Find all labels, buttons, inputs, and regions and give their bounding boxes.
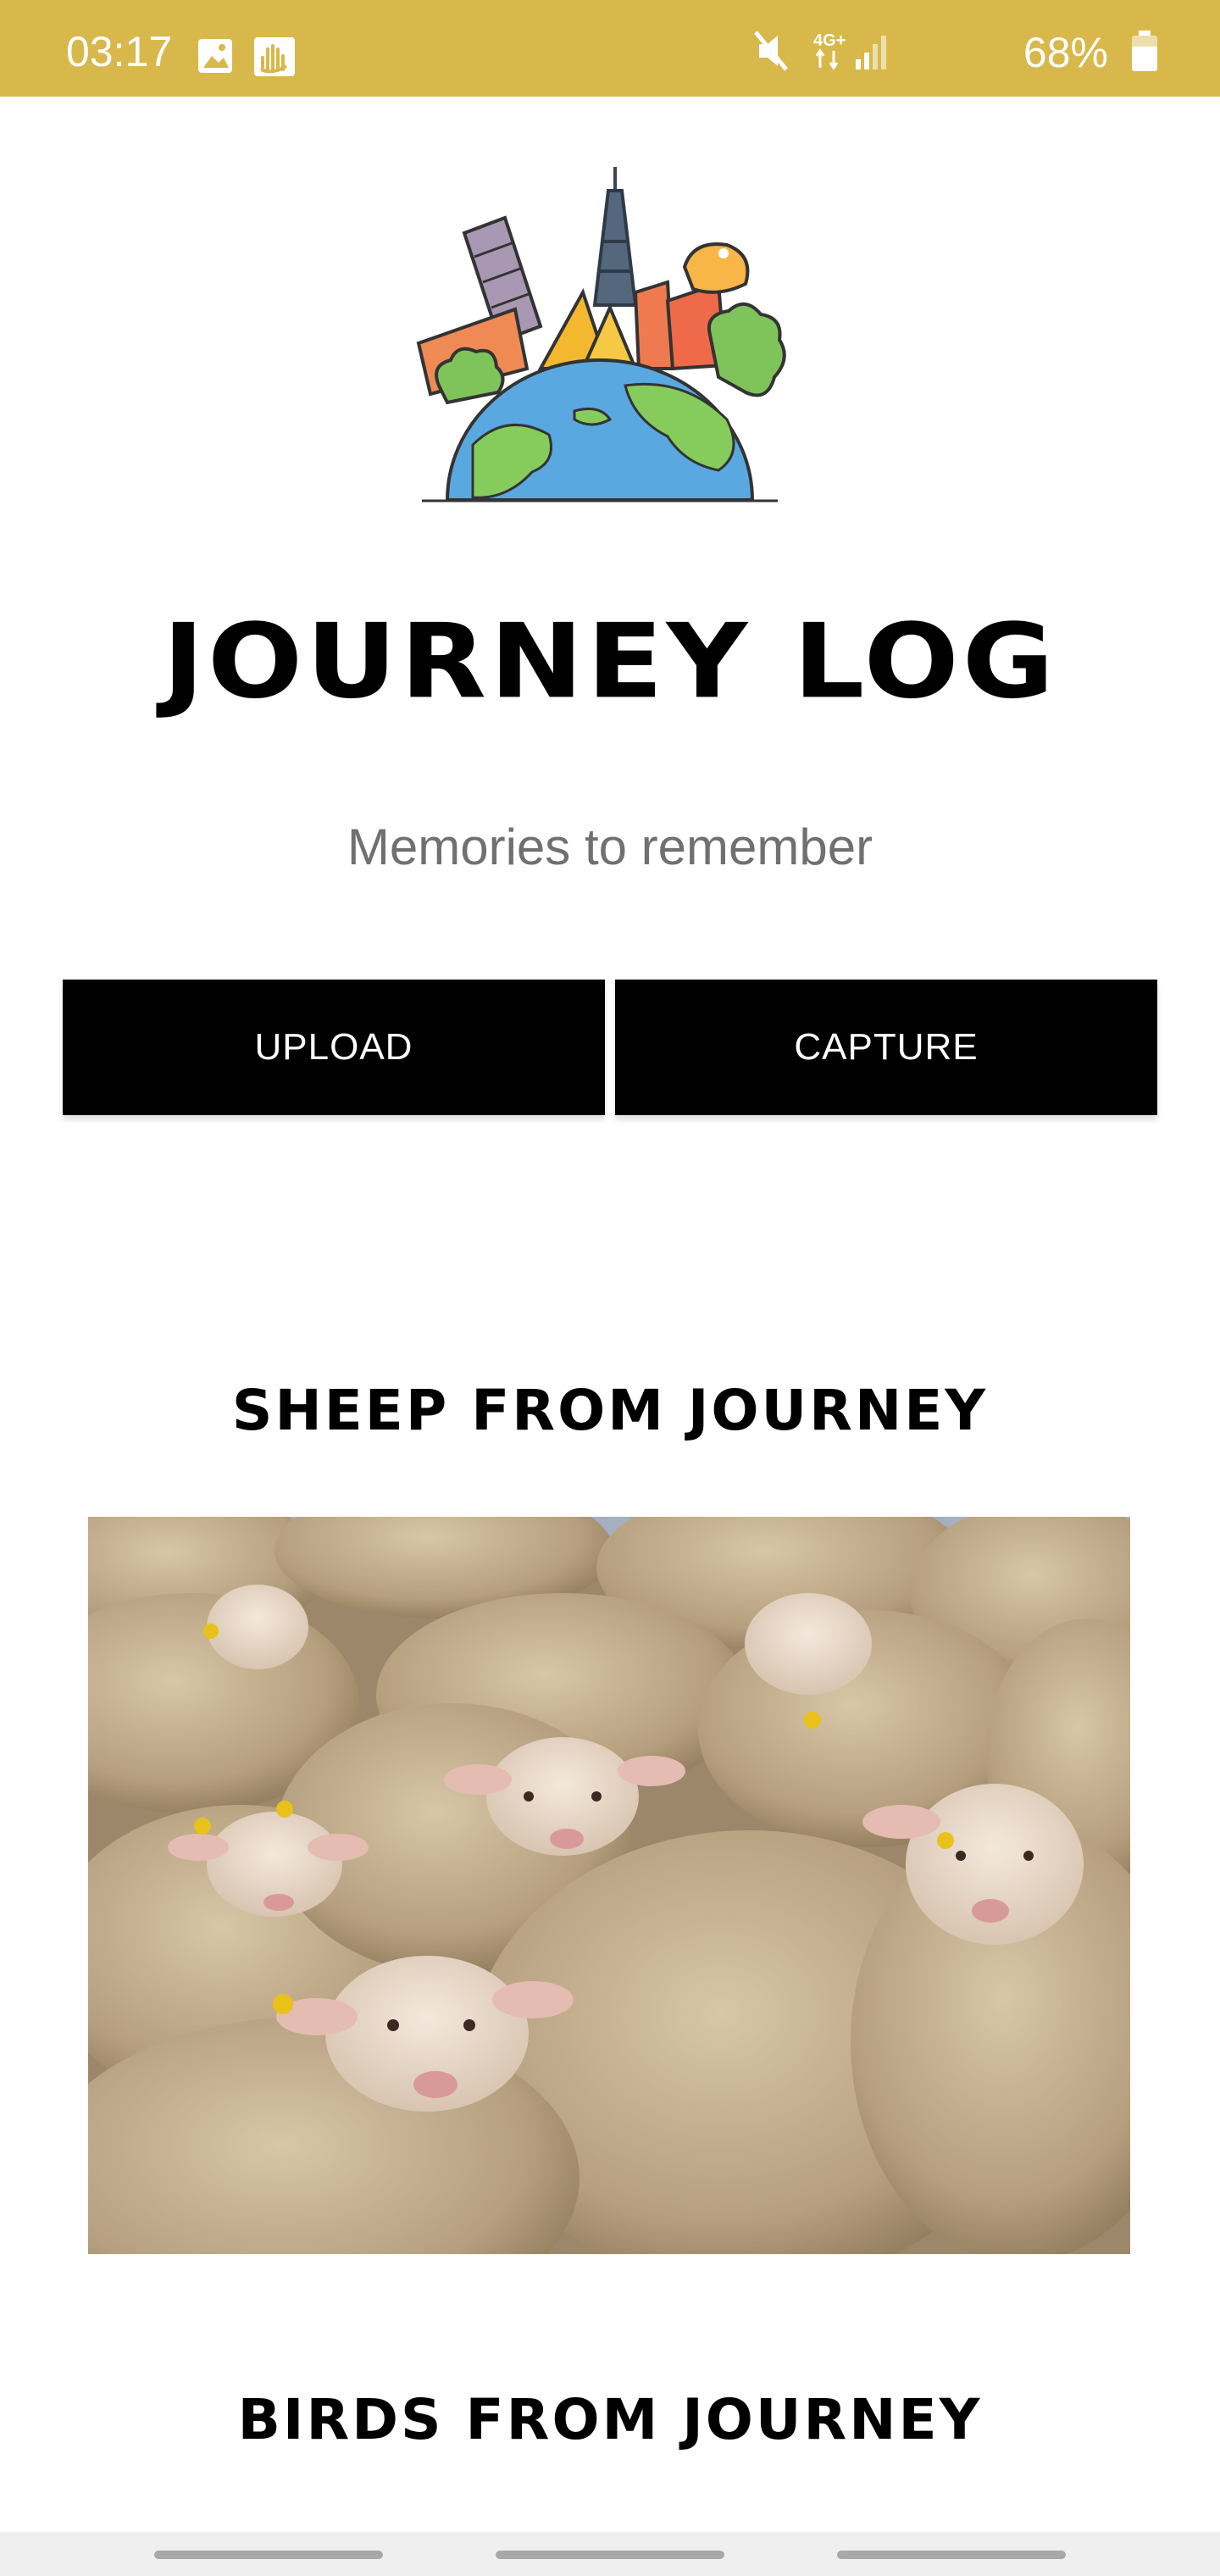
- image-icon: [198, 39, 232, 73]
- section-heading-sheep: SHEEP FROM JOURNEY: [231, 1378, 989, 1443]
- status-bar: 03:17 4G+ 68%: [0, 0, 1220, 97]
- section-heading-birds: BIRDS FROM JOURNEY: [237, 2387, 983, 2452]
- sheep-flock-photo[interactable]: [88, 1517, 1130, 2254]
- signal-icon: [856, 36, 886, 69]
- navigation-bar: [0, 2532, 1220, 2576]
- mute-icon: [754, 31, 788, 71]
- action-buttons: UPLOAD CAPTURE: [63, 980, 1157, 1122]
- upload-button[interactable]: UPLOAD: [63, 980, 605, 1115]
- hand-notification-icon: [254, 37, 295, 76]
- status-notification-icons: [197, 37, 298, 80]
- nav-back-button[interactable]: [837, 2551, 1066, 2559]
- battery-percentage: 68%: [1023, 29, 1108, 76]
- capture-button[interactable]: CAPTURE: [615, 980, 1157, 1115]
- nav-home-button[interactable]: [496, 2551, 724, 2559]
- app-screen: 03:17 4G+ 68% JOURNEY LOG Memories to re…: [0, 0, 1220, 2576]
- sheep-photo-illustration: [88, 1517, 1130, 2254]
- network-label: 4G+: [813, 31, 846, 50]
- nav-recent-apps-button[interactable]: [154, 2551, 383, 2559]
- app-title: JOURNEY LOG: [162, 602, 1058, 722]
- network-4g-icon: 4G+: [813, 31, 846, 70]
- eiffel-tower-illustration: [592, 167, 638, 307]
- app-subtitle: Memories to remember: [347, 819, 873, 875]
- status-time: 03:17: [66, 28, 173, 75]
- battery-icon: [1132, 31, 1157, 71]
- travel-landmarks-globe-logo: [416, 167, 786, 502]
